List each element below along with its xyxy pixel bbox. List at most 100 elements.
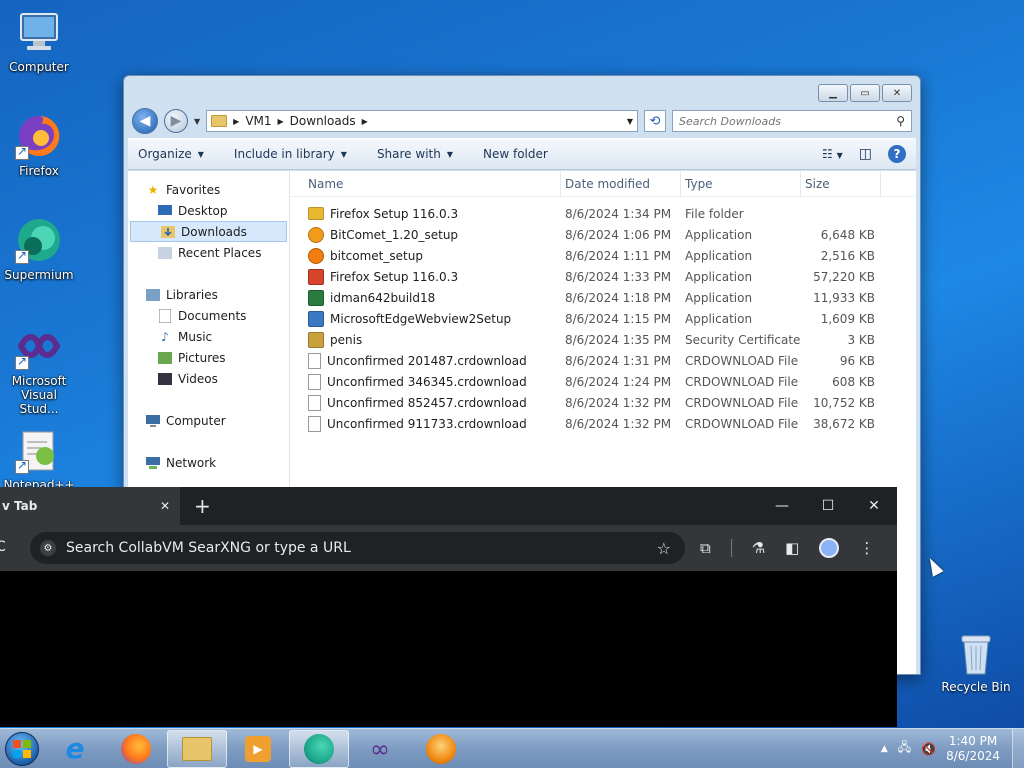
file-row[interactable]: idman642build18 8/6/2024 1:18 PM Applicati… — [290, 287, 916, 308]
column-header-size[interactable]: Size — [801, 171, 881, 196]
file-row[interactable]: bitcomet_setup 8/6/2024 1:11 PM Applicatio… — [290, 245, 916, 266]
menu-kebab-icon[interactable]: ⋮ — [859, 539, 874, 557]
search-icon[interactable]: ⚲ — [896, 114, 905, 128]
nav-network[interactable]: Network — [128, 452, 289, 473]
column-header-name[interactable]: Name — [304, 171, 561, 196]
column-header-type[interactable]: Type — [681, 171, 801, 196]
clock-date: 8/6/2024 — [946, 748, 1000, 763]
minimize-button[interactable]: ▁ — [818, 84, 848, 102]
nav-music[interactable]: ♪ Music — [128, 326, 289, 347]
recent-pages-dropdown[interactable]: ▼ — [194, 117, 200, 126]
nav-recent-places[interactable]: Recent Places — [128, 242, 289, 263]
file-name-cell[interactable]: idman642build18 — [304, 289, 561, 306]
desktop-icon-recycle-bin[interactable]: Recycle Bin — [936, 630, 1016, 694]
reload-icon[interactable]: C — [0, 539, 6, 555]
share-with-button[interactable]: Share with ▼ — [377, 147, 453, 161]
include-in-library-button[interactable]: Include in library ▼ — [234, 147, 347, 161]
taskbar-firefox[interactable] — [106, 730, 166, 768]
nav-documents[interactable]: Documents — [128, 305, 289, 326]
desktop-icon-supermium[interactable]: Supermium — [0, 216, 78, 282]
browser-close-button[interactable]: ✕ — [851, 487, 897, 525]
file-name-cell[interactable]: Unconfirmed 201487.crdownload — [304, 352, 561, 369]
explorer-titlebar[interactable]: ▁ ▭ ✕ — [124, 76, 920, 106]
nav-downloads[interactable]: Downloads — [130, 221, 287, 242]
browser-tabbar[interactable]: v Tab ✕ + — ☐ ✕ — [0, 487, 897, 525]
column-label: Date modified — [565, 176, 651, 191]
new-tab-button[interactable]: + — [194, 494, 211, 518]
file-type: File folder — [685, 206, 744, 221]
file-row[interactable]: BitComet_1.20_setup 8/6/2024 1:06 PM Appli… — [290, 224, 916, 245]
taskbar-supermium[interactable] — [289, 729, 349, 768]
nav-desktop[interactable]: Desktop — [128, 200, 289, 221]
nav-videos[interactable]: Videos — [128, 368, 289, 389]
file-row[interactable]: MicrosoftEdgeWebview2Setup 8/6/2024 1:15 … — [290, 308, 916, 329]
file-name-cell[interactable]: Unconfirmed 911733.crdownload — [304, 415, 561, 432]
omnibox[interactable]: ⚙ Search CollabVM SearXNG or type a URL … — [30, 532, 685, 564]
show-hidden-icons-icon[interactable]: ▲ — [881, 744, 888, 754]
breadcrumb-downloads[interactable]: Downloads — [290, 114, 356, 128]
file-name-cell[interactable]: Firefox Setup 116.0.3 — [304, 207, 561, 221]
mouse-cursor-icon — [924, 555, 944, 577]
file-name-cell[interactable]: BitComet_1.20_setup — [304, 226, 561, 243]
desktop-icon-computer[interactable]: Computer — [0, 8, 78, 74]
views-icon[interactable]: ☷ ▼ — [822, 147, 843, 161]
clock[interactable]: 1:40 PM 8/6/2024 — [946, 734, 1000, 764]
desktop-icon-firefox[interactable]: Firefox — [0, 112, 78, 178]
taskbar-visual-studio[interactable]: ∞ — [350, 730, 410, 768]
tab-close-icon[interactable]: ✕ — [160, 499, 170, 513]
file-row[interactable]: Firefox Setup 116.0.3 8/6/2024 1:33 PM App… — [290, 266, 916, 287]
file-name-cell[interactable]: Unconfirmed 852457.crdownload — [304, 394, 561, 411]
search-box[interactable]: ⚲ — [672, 110, 912, 132]
taskbar-explorer[interactable] — [167, 729, 227, 768]
preview-pane-icon[interactable]: ◫ — [859, 146, 872, 162]
labs-flask-icon[interactable]: ⚗ — [752, 539, 765, 557]
file-name-cell[interactable]: bitcomet_setup — [304, 247, 561, 264]
taskbar-internet-explorer[interactable]: e — [45, 730, 105, 768]
file-name-cell[interactable]: penis — [304, 331, 561, 348]
file-name-cell[interactable]: Unconfirmed 346345.crdownload — [304, 373, 561, 390]
file-row[interactable]: Unconfirmed 852457.crdownload 8/6/2024 1:… — [290, 392, 916, 413]
taskbar-media-player[interactable]: ▶ — [228, 730, 288, 768]
breadcrumb-vm1[interactable]: VM1 — [245, 114, 271, 128]
desktop-icon-label: Supermium — [4, 268, 74, 282]
maximize-button[interactable]: ▭ — [850, 84, 880, 102]
new-folder-button[interactable]: New folder — [483, 147, 548, 161]
search-input[interactable] — [679, 114, 879, 128]
file-row[interactable]: Firefox Setup 116.0.3 8/6/2024 1:34 PM Fil… — [290, 203, 916, 224]
forward-button[interactable]: ▶ — [164, 109, 188, 133]
volume-muted-icon[interactable]: 🔇 — [921, 742, 936, 756]
start-button[interactable] — [0, 729, 44, 768]
nav-libraries[interactable]: Libraries — [128, 284, 289, 305]
organize-button[interactable]: Organize ▼ — [138, 147, 204, 161]
file-row[interactable]: Unconfirmed 911733.crdownload 8/6/2024 1:… — [290, 413, 916, 434]
show-desktop-button[interactable] — [1012, 728, 1024, 768]
file-name-cell[interactable]: MicrosoftEdgeWebview2Setup — [304, 310, 561, 327]
file-row[interactable]: Unconfirmed 201487.crdownload 8/6/2024 1:… — [290, 350, 916, 371]
nav-pictures[interactable]: Pictures — [128, 347, 289, 368]
column-header-date[interactable]: Date modified — [561, 171, 681, 196]
nav-favorites[interactable]: ★ Favorites — [128, 179, 289, 200]
side-panel-icon[interactable]: ◧ — [785, 539, 799, 557]
file-row[interactable]: Unconfirmed 346345.crdownload 8/6/2024 1:… — [290, 371, 916, 392]
site-info-icon[interactable]: ⚙ — [40, 540, 56, 556]
refresh-button[interactable]: ⟲ — [644, 110, 666, 132]
nav-computer[interactable]: Computer — [128, 410, 289, 431]
browser-tab[interactable]: v Tab ✕ — [0, 487, 180, 525]
address-dropdown-icon[interactable]: ▼ — [627, 117, 633, 126]
desktop-icon-notepadpp[interactable]: Notepad++ — [0, 426, 78, 492]
browser-maximize-button[interactable]: ☐ — [805, 487, 851, 525]
taskbar-bitcomet[interactable] — [411, 730, 471, 768]
help-icon[interactable]: ? — [888, 145, 906, 163]
network-status-icon[interactable]: 🖧 — [898, 738, 911, 759]
profile-avatar-icon[interactable] — [819, 538, 840, 558]
desktop-icon-visual-studio[interactable]: Microsoft Visual Stud... — [0, 322, 78, 416]
close-button[interactable]: ✕ — [882, 84, 912, 102]
file-row[interactable]: penis 8/6/2024 1:35 PM Security Certificat… — [290, 329, 916, 350]
bookmark-star-icon[interactable]: ☆ — [657, 539, 671, 558]
file-name-cell[interactable]: Firefox Setup 116.0.3 — [304, 268, 561, 285]
browser-minimize-button[interactable]: — — [759, 487, 805, 525]
address-bar[interactable]: ▶ VM1 ▶ Downloads ▶ ▼ — [206, 110, 638, 132]
extensions-icon[interactable]: ⧉ — [700, 539, 711, 557]
file-date: 8/6/2024 1:32 PM — [565, 395, 672, 410]
back-button[interactable]: ◀ — [132, 108, 158, 134]
